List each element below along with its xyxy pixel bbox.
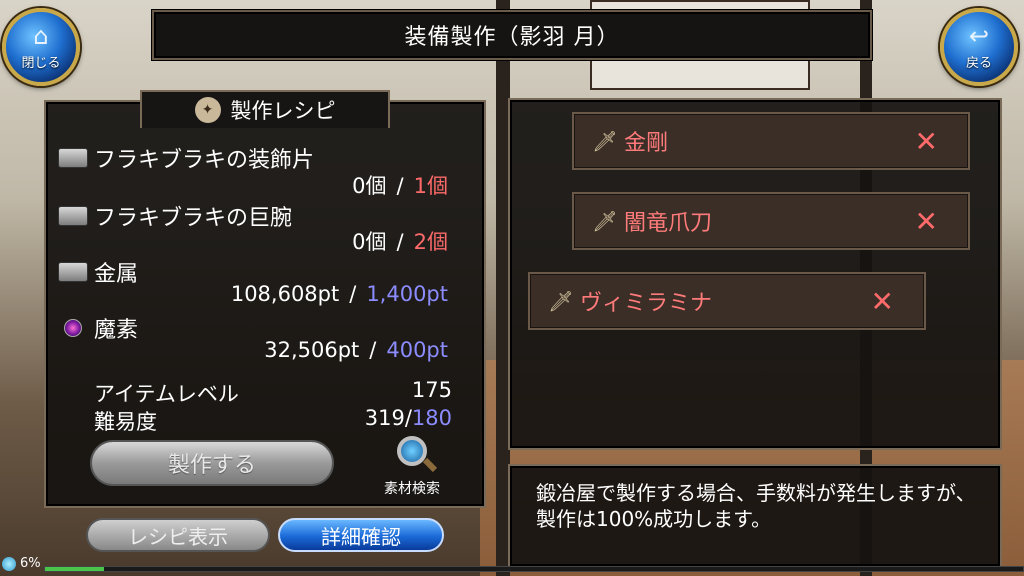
recipe-tab: ✦ 製作レシピ <box>140 90 390 128</box>
material-quantity: 0個/2個 <box>352 230 448 254</box>
sword-icon: 🗡 <box>592 209 618 233</box>
item-name: 闇竜爪刀 <box>624 211 713 236</box>
gem-icon <box>2 556 16 571</box>
ingot-icon <box>58 148 88 168</box>
item-slot[interactable]: 🗡 ヴィミラミナ ✕ <box>528 272 926 330</box>
message-text: 鍛冶屋で製作する場合、手数料が発生しますが、製作は100%成功します。 <box>536 481 976 531</box>
status-percent: 6% <box>20 556 41 571</box>
progress-bar <box>44 566 1024 572</box>
back-button-label: 戻る <box>965 55 992 71</box>
material-row: フラキブラキの装飾片 <box>58 142 314 174</box>
difficulty-value: 319/180 <box>364 406 452 430</box>
material-row: フラキブラキの巨腕 <box>58 200 292 232</box>
close-button-label: 閉じる <box>21 55 61 71</box>
detail-confirm-label: 詳細確認 <box>321 524 401 549</box>
remove-icon[interactable]: ✕ <box>915 205 938 238</box>
item-name: ヴィミラミナ <box>580 291 713 316</box>
recipe-tab-label: 製作レシピ <box>230 99 336 123</box>
ingot-icon <box>58 206 88 226</box>
material-row: 金属 <box>58 256 138 288</box>
detail-confirm-button[interactable]: 詳細確認 <box>278 518 444 552</box>
return-arrow-icon: ↩ <box>968 21 990 50</box>
material-row: 魔素 <box>58 312 138 344</box>
status-indicator: 6% <box>2 556 41 571</box>
material-name: 金属 <box>94 262 139 287</box>
magnifier-icon <box>397 436 427 466</box>
material-search-button[interactable]: 素材検索 <box>364 436 460 498</box>
remove-icon[interactable]: ✕ <box>915 125 938 158</box>
material-quantity: 0個/1個 <box>352 174 448 198</box>
item-slot[interactable]: 🗡 金剛 ✕ <box>572 112 970 170</box>
item-slot[interactable]: 🗡 闇竜爪刀 ✕ <box>572 192 970 250</box>
progress-fill <box>45 567 104 571</box>
material-quantity: 32,506pt/400pt <box>264 338 448 362</box>
ingot-icon <box>58 262 88 282</box>
page-title: 装備製作（影羽 月） <box>404 25 620 50</box>
material-name: 魔素 <box>94 318 139 343</box>
item-name: 金剛 <box>624 131 669 156</box>
craft-button[interactable]: 製作する <box>90 440 334 486</box>
material-search-label: 素材検索 <box>384 481 440 497</box>
title-bar: 装備製作（影羽 月） <box>152 10 872 60</box>
sword-icon: 🗡 <box>592 129 618 153</box>
craft-button-label: 製作する <box>167 453 256 478</box>
home-icon: ⌂ <box>33 21 49 50</box>
item-level-label: アイテムレベル <box>94 382 239 406</box>
sword-icon: 🗡 <box>548 289 574 313</box>
difficulty-label: 難易度 <box>94 410 157 434</box>
item-level-value: 175 <box>411 378 452 402</box>
remove-icon[interactable]: ✕ <box>871 285 894 318</box>
close-button[interactable]: ⌂ 閉じる <box>2 8 80 86</box>
back-button[interactable]: ↩ 戻る <box>940 8 1018 86</box>
scroll-icon: ✦ <box>194 97 221 123</box>
orb-icon <box>64 319 82 337</box>
material-quantity: 108,608pt/1,400pt <box>230 282 448 306</box>
recipe-show-label: レシピ表示 <box>128 524 228 549</box>
material-name: フラキブラキの巨腕 <box>94 206 293 231</box>
recipe-show-button[interactable]: レシピ表示 <box>86 518 270 552</box>
material-name: フラキブラキの装飾片 <box>94 148 315 173</box>
